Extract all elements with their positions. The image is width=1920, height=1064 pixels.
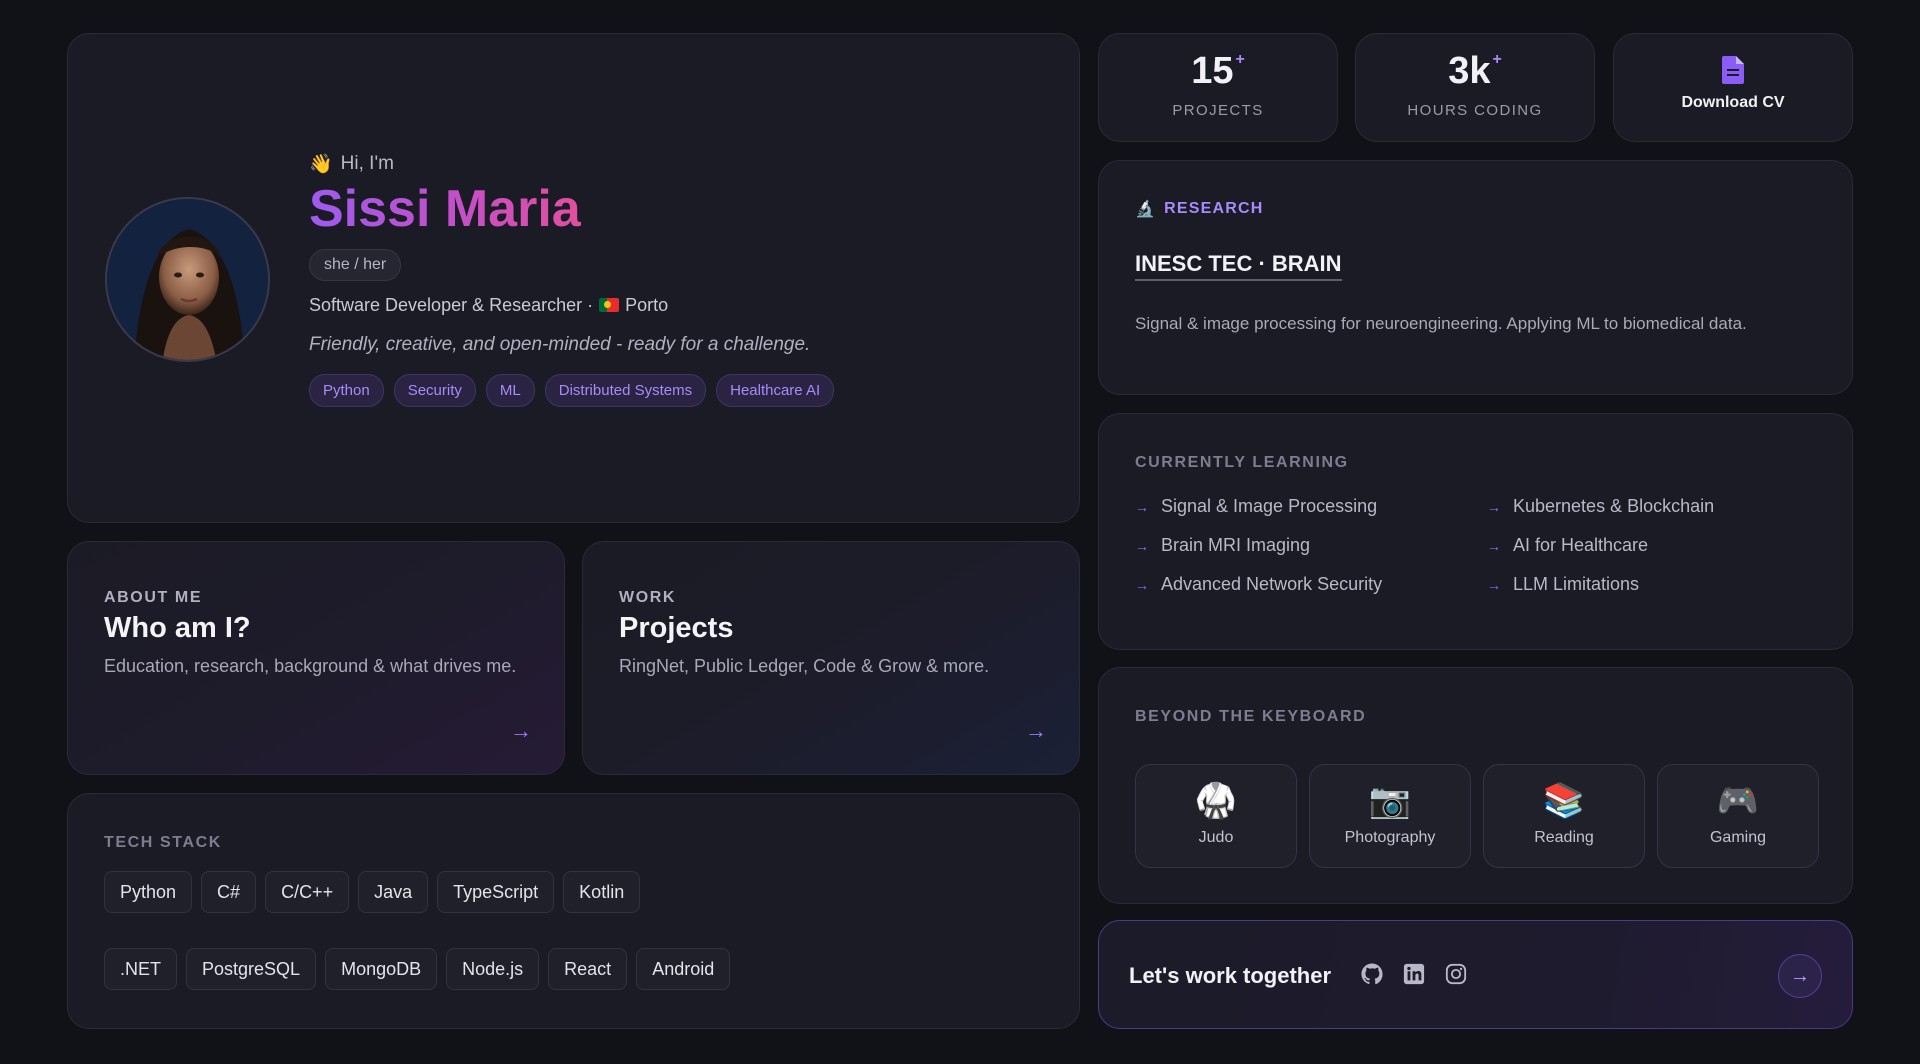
about-description: Education, research, background & what d… bbox=[104, 656, 517, 676]
interest-tags: Python Security ML Distributed Systems H… bbox=[309, 373, 1049, 407]
avatar bbox=[105, 197, 270, 362]
stat-hours-coding: 3k + HOURS CODING bbox=[1355, 33, 1595, 142]
pronouns-badge: she / her bbox=[309, 248, 402, 281]
research-label: 🔬 RESEARCH bbox=[1135, 200, 1264, 218]
cta-title: Let's work together bbox=[1129, 963, 1332, 988]
learning-label: CURRENTLY LEARNING bbox=[1135, 454, 1349, 471]
download-cv-button[interactable]: Download CV bbox=[1613, 33, 1853, 142]
list-item: → Brain MRI Imaging bbox=[1135, 535, 1311, 555]
tech-tag: Android bbox=[636, 948, 731, 990]
stat-projects: 15 + PROJECTS bbox=[1098, 33, 1338, 142]
tech-tag: React bbox=[548, 948, 628, 990]
tech-row-languages: Python C# C/C++ Java TypeScript Kotlin bbox=[104, 871, 641, 913]
about-label: ABOUT ME bbox=[104, 589, 203, 606]
stat-hours-value: 3k + bbox=[1448, 50, 1502, 92]
beyond-label: BEYOND THE KEYBOARD bbox=[1135, 708, 1367, 725]
hero-card: 👋 Hi, I'm Sissi Maria she / her Software… bbox=[67, 33, 1080, 523]
list-item: → AI for Healthcare bbox=[1487, 535, 1649, 555]
portfolio-page: 👋 Hi, I'm Sissi Maria she / her Software… bbox=[0, 0, 1920, 1064]
interest-tag: Python bbox=[309, 373, 384, 407]
arrow-right-icon: → bbox=[1487, 537, 1501, 554]
judo-gi-icon: 🥋 bbox=[1194, 782, 1238, 820]
tech-tag: C/C++ bbox=[265, 871, 350, 913]
about-title: Who am I? bbox=[104, 612, 251, 644]
hobby-list: 🥋 Judo 📷 Photography 📚 Reading 🎮 Gaming bbox=[1135, 764, 1819, 868]
learning-list: → Signal & Image Processing → Kubernetes &… bbox=[1135, 496, 1825, 595]
arrow-right-icon: → bbox=[1135, 537, 1149, 554]
tagline: Friendly, creative, and open-minded - re… bbox=[309, 333, 811, 355]
work-description: RingNet, Public Ledger, Code & Grow & mo… bbox=[619, 656, 990, 676]
list-item: → LLM Limitations bbox=[1487, 574, 1640, 594]
tech-tag: Java bbox=[358, 871, 429, 913]
waving-hand-icon: 👋 bbox=[309, 154, 333, 175]
hobby-gaming: 🎮 Gaming bbox=[1657, 764, 1819, 868]
tech-tag: Node.js bbox=[446, 948, 540, 990]
interest-tag: Security bbox=[393, 373, 476, 407]
books-icon: 📚 bbox=[1542, 782, 1586, 820]
contact-arrow-button[interactable]: → bbox=[1778, 954, 1822, 998]
social-links bbox=[1361, 963, 1467, 985]
arrow-right-icon: → bbox=[1135, 576, 1149, 593]
location-text: Porto bbox=[625, 294, 669, 315]
currently-learning-card: CURRENTLY LEARNING → Signal & Image Proce… bbox=[1098, 413, 1853, 650]
greeting: 👋 Hi, I'm bbox=[309, 152, 1049, 176]
research-link[interactable]: INESC TEC · BRAIN bbox=[1135, 251, 1342, 281]
tech-tag: PostgreSQL bbox=[186, 948, 317, 990]
hobby-label: Photography bbox=[1344, 829, 1436, 846]
beyond-keyboard-card: BEYOND THE KEYBOARD 🥋 Judo 📷 Photography… bbox=[1098, 667, 1853, 904]
github-icon[interactable] bbox=[1361, 963, 1383, 985]
tech-stack-label: TECH STACK bbox=[104, 834, 222, 851]
list-item: → Signal & Image Processing bbox=[1135, 496, 1378, 516]
camera-icon: 📷 bbox=[1368, 782, 1412, 820]
arrow-right-icon[interactable]: → bbox=[510, 718, 532, 744]
arrow-right-icon: → bbox=[1135, 498, 1149, 515]
hobby-label: Judo bbox=[1198, 829, 1234, 846]
research-description: Signal & image processing for neuroengin… bbox=[1135, 314, 1747, 333]
work-projects-card[interactable]: WORK Projects RingNet, Public Ledger, Co… bbox=[582, 541, 1080, 775]
arrow-right-icon[interactable]: → bbox=[1025, 718, 1047, 744]
tech-row-frameworks: .NET PostgreSQL MongoDB Node.js React An… bbox=[104, 948, 731, 990]
hobby-label: Gaming bbox=[1709, 829, 1767, 846]
microscope-icon: 🔬 bbox=[1135, 201, 1157, 218]
about-me-card[interactable]: ABOUT ME Who am I? Education, research, … bbox=[67, 541, 565, 775]
download-cv-label: Download CV bbox=[1681, 94, 1785, 111]
portugal-flag-icon bbox=[599, 298, 620, 313]
hero-intro: 👋 Hi, I'm Sissi Maria she / her Software… bbox=[309, 152, 1049, 407]
document-icon bbox=[1722, 56, 1744, 84]
list-item: → Advanced Network Security bbox=[1135, 574, 1383, 594]
arrow-right-icon: → bbox=[1790, 964, 1810, 987]
hobby-photography: 📷 Photography bbox=[1309, 764, 1471, 868]
interest-tag: Distributed Systems bbox=[544, 373, 707, 407]
stat-projects-value: 15 + bbox=[1191, 50, 1245, 92]
hobby-judo: 🥋 Judo bbox=[1135, 764, 1297, 868]
contact-card[interactable]: Let's work together → bbox=[1098, 920, 1853, 1029]
tech-tag: C# bbox=[201, 871, 257, 913]
tech-tag: Python bbox=[104, 871, 193, 913]
list-item: → Kubernetes & Blockchain bbox=[1487, 496, 1715, 516]
instagram-icon[interactable] bbox=[1445, 963, 1467, 985]
research-card: 🔬 RESEARCH INESC TEC · BRAIN Signal & im… bbox=[1098, 160, 1853, 395]
tech-tag: .NET bbox=[104, 948, 178, 990]
linkedin-icon[interactable] bbox=[1403, 963, 1425, 985]
work-label: WORK bbox=[619, 589, 677, 606]
tech-tag: TypeScript bbox=[437, 871, 555, 913]
stat-hours-label: HOURS CODING bbox=[1407, 102, 1543, 119]
role-text: Software Developer & Researcher · bbox=[309, 294, 594, 315]
interest-tag: Healthcare AI bbox=[716, 373, 835, 407]
greeting-text: Hi, I'm bbox=[340, 153, 394, 174]
tech-tag: Kotlin bbox=[563, 871, 641, 913]
tech-stack-card: TECH STACK Python C# C/C++ Java TypeScri… bbox=[67, 793, 1080, 1029]
tech-tag: MongoDB bbox=[325, 948, 438, 990]
interest-tag: ML bbox=[485, 373, 535, 407]
role-line: Software Developer & Researcher · Porto bbox=[309, 295, 1049, 316]
work-title: Projects bbox=[619, 612, 734, 644]
stat-projects-label: PROJECTS bbox=[1172, 102, 1264, 119]
hobby-reading: 📚 Reading bbox=[1483, 764, 1645, 868]
arrow-right-icon: → bbox=[1487, 576, 1501, 593]
hero-name: Sissi Maria bbox=[309, 180, 581, 238]
hobby-label: Reading bbox=[1534, 829, 1594, 846]
arrow-right-icon: → bbox=[1487, 498, 1501, 515]
gamepad-icon: 🎮 bbox=[1716, 782, 1760, 820]
avatar-portrait-image bbox=[107, 199, 268, 360]
